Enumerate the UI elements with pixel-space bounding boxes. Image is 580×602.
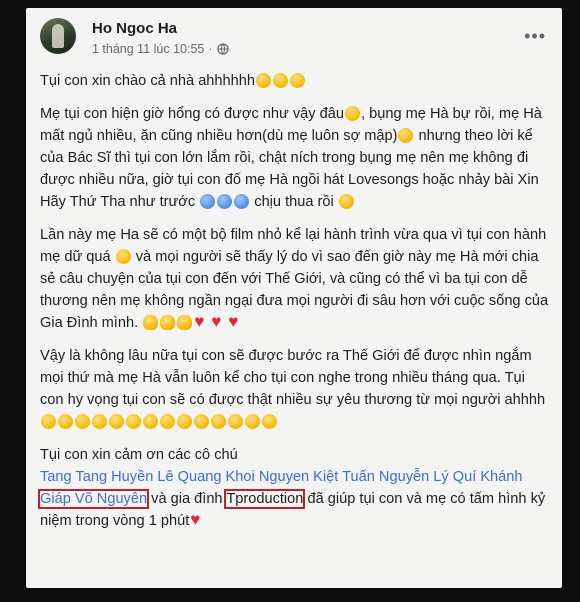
clap-emoji-icon <box>143 315 159 330</box>
tag-link[interactable]: Nguyen Kiệt <box>259 469 339 485</box>
laughing-emoji-icon <box>256 73 272 88</box>
laughing-emoji-icon <box>290 73 306 88</box>
more-options-icon[interactable]: ••• <box>524 26 546 47</box>
heart-emoji-icon <box>211 311 226 333</box>
clap-emoji-icon <box>177 315 193 330</box>
text: và mọi người sẽ thấy lý do vì sao đến gi… <box>40 249 549 331</box>
heart-emoji-icon <box>190 509 205 531</box>
meta-separator: · <box>208 42 213 56</box>
text: và gia đình <box>147 491 227 507</box>
scared-emoji-icon <box>234 194 250 209</box>
author-name[interactable]: Ho Ngoc Ha <box>92 20 177 37</box>
text: Vậy là không lâu nữa tụi con sẽ được bướ… <box>40 348 546 408</box>
post-meta: 1 tháng 11 lúc 10:55 · <box>92 42 229 56</box>
love-emoji-icon <box>245 414 260 429</box>
globe-icon <box>216 43 229 55</box>
clap-emoji-icon <box>160 315 176 330</box>
post-header: Ho Ngoc Ha 1 tháng 11 lúc 10:55 · ••• <box>26 8 562 64</box>
tag-link-tproduction[interactable]: Tproduction <box>224 489 306 509</box>
tag-link[interactable]: Lý Quí Khánh <box>433 469 522 485</box>
paragraph-thanks: Tụi con xin cảm ơn các cô chú Tang Tang … <box>37 444 550 532</box>
love-emoji-icon <box>262 414 277 429</box>
heart-emoji-icon <box>194 311 209 333</box>
profile-avatar[interactable] <box>40 18 76 54</box>
smiling-emoji-icon <box>344 106 360 121</box>
love-emoji-icon <box>143 414 158 429</box>
paragraph-hope: Vậy là không lâu nữa tụi con sẽ được bướ… <box>40 345 550 433</box>
love-emoji-icon <box>41 414 56 429</box>
text: Mẹ tụi con hiện giờ hổng có được như vậy… <box>40 106 344 122</box>
love-emoji-icon <box>228 414 243 429</box>
love-emoji-icon <box>75 414 90 429</box>
rofl-emoji-icon <box>338 194 354 209</box>
tongue-emoji-icon <box>115 249 131 264</box>
tag-link[interactable]: Lê Quang Khoi <box>157 469 254 485</box>
laughing-emoji-icon <box>273 73 289 88</box>
thanks-intro: Tụi con xin cảm ơn các cô chú <box>40 447 238 463</box>
love-emoji-icon <box>109 414 124 429</box>
text: chịu thua rồi <box>250 194 334 210</box>
scared-emoji-icon <box>217 194 233 209</box>
grinning-emoji-icon <box>398 128 414 143</box>
tag-link[interactable]: Tang Tang Huyền <box>40 469 153 485</box>
facebook-post-card: Ho Ngoc Ha 1 tháng 11 lúc 10:55 · ••• Tụ… <box>26 8 562 588</box>
love-emoji-icon <box>194 414 209 429</box>
post-timestamp[interactable]: 1 tháng 11 lúc 10:55 <box>92 42 204 56</box>
tag-link-highlighted[interactable]: Giáp Võ Nguyên <box>37 489 150 509</box>
heart-emoji-icon <box>228 311 243 333</box>
love-emoji-icon <box>92 414 107 429</box>
love-emoji-icon <box>126 414 141 429</box>
greeting-text: Tụi con xin chào cả nhà ahhhhhh <box>40 73 256 89</box>
tag-link[interactable]: Tuấn Nguyễn <box>342 469 429 485</box>
paragraph-mom-status: Mẹ tụi con hiện giờ hổng có được như vậy… <box>40 103 550 213</box>
paragraph-film: Lần này mẹ Ha sẽ có một bộ film nhỏ kể l… <box>40 224 550 334</box>
love-emoji-icon <box>58 414 73 429</box>
scared-emoji-icon <box>200 194 216 209</box>
post-body: Tụi con xin chào cả nhà ahhhhhh Mẹ tụi c… <box>37 70 550 543</box>
paragraph-greeting: Tụi con xin chào cả nhà ahhhhhh <box>40 70 550 92</box>
love-emoji-icon <box>160 414 175 429</box>
love-emoji-icon <box>177 414 192 429</box>
love-emoji-icon <box>211 414 226 429</box>
